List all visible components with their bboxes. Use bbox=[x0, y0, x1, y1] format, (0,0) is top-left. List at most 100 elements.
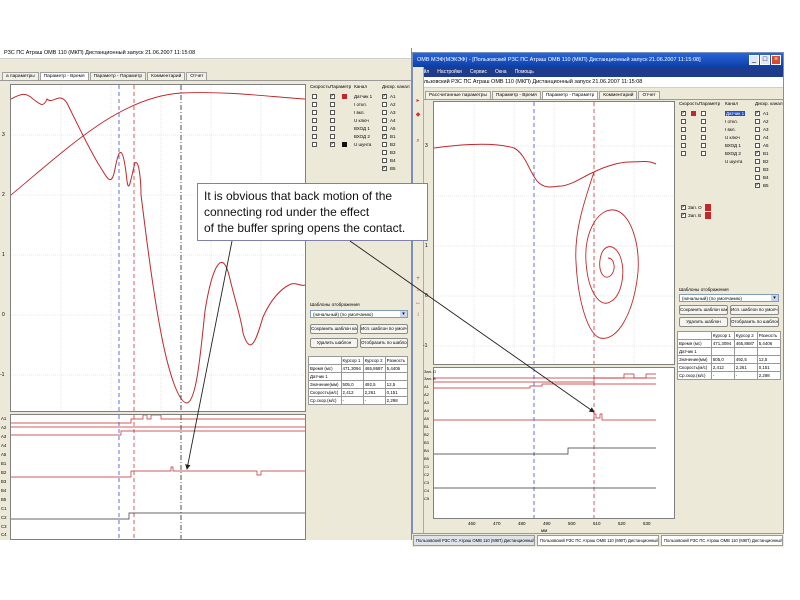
left-analog-plot[interactable] bbox=[10, 84, 306, 412]
close-button[interactable]: × bbox=[771, 55, 781, 65]
right-tab-calc-params[interactable]: Рассчитанные параметры bbox=[425, 91, 491, 99]
right-param-checkbox[interactable] bbox=[701, 143, 706, 148]
left-param-checkbox[interactable] bbox=[330, 134, 335, 139]
left-discrete-checkbox[interactable] bbox=[382, 93, 387, 99]
right-channel-label-selected[interactable]: Датчик 1 bbox=[725, 111, 746, 116]
right-dig-label: В3 bbox=[424, 440, 429, 445]
right-zap-checkbox[interactable] bbox=[681, 212, 686, 218]
left-speed-checkbox[interactable] bbox=[312, 110, 317, 115]
left-save-template-button[interactable]: Сохранить шаблон как... bbox=[310, 324, 358, 334]
right-delete-template-button[interactable]: Удалить шаблон bbox=[679, 317, 728, 327]
right-tab-report[interactable]: Отчет bbox=[638, 91, 660, 99]
right-speed-checkbox[interactable] bbox=[681, 119, 686, 124]
tool-icon[interactable]: ↔ bbox=[414, 299, 422, 307]
right-param-checkbox[interactable] bbox=[701, 127, 706, 132]
left-tab-report[interactable]: Отчет bbox=[186, 72, 208, 80]
menu-help[interactable]: Помощь bbox=[515, 67, 534, 77]
left-tab-calc-params[interactable]: а параметры bbox=[2, 72, 39, 80]
left-discrete-checkbox[interactable] bbox=[382, 150, 387, 155]
menu-windows[interactable]: Окна bbox=[495, 67, 507, 77]
right-col-speed: Скорость bbox=[679, 101, 699, 106]
right-speed-checkbox[interactable] bbox=[681, 110, 686, 116]
right-speed-checkbox[interactable] bbox=[681, 143, 686, 148]
right-digital-plot[interactable] bbox=[433, 367, 675, 519]
right-discrete-checkbox[interactable] bbox=[755, 127, 760, 132]
right-speed-checkbox[interactable] bbox=[681, 151, 686, 156]
left-discrete-checkbox[interactable] bbox=[382, 102, 387, 107]
right-param-checkbox[interactable] bbox=[701, 151, 706, 156]
left-param-checkbox[interactable] bbox=[330, 102, 335, 107]
left-param-checkbox[interactable] bbox=[330, 93, 335, 99]
right-param-checkbox[interactable] bbox=[701, 119, 706, 124]
right-discrete-checkbox[interactable] bbox=[755, 167, 760, 172]
left-delete-template-button[interactable]: Удалить шаблон bbox=[310, 338, 358, 348]
left-speed-checkbox[interactable] bbox=[312, 118, 317, 123]
tool-icon[interactable]: + bbox=[414, 275, 422, 283]
left-show-template-button[interactable]: Отобразить по шаблону bbox=[360, 338, 408, 348]
table-row: Ср.скор.(м/с) - - 2,298 bbox=[677, 371, 782, 380]
right-discrete-checkbox[interactable] bbox=[755, 119, 760, 124]
tool-icon[interactable]: ▸ bbox=[414, 97, 422, 105]
right-discrete-checkbox[interactable] bbox=[755, 150, 760, 156]
left-speed-checkbox[interactable] bbox=[312, 134, 317, 139]
taskbar-item[interactable]: Пользовский РЗС ПС Атраш ОМВ 110 (МКП) Д… bbox=[661, 535, 783, 546]
right-discrete-checkbox[interactable] bbox=[755, 182, 760, 188]
right-analog-plot[interactable] bbox=[433, 101, 675, 365]
left-param-checkbox[interactable] bbox=[330, 126, 335, 131]
left-discrete-checkbox[interactable] bbox=[382, 133, 387, 139]
right-tab-param-time[interactable]: Параметр - Время bbox=[491, 91, 541, 99]
tool-icon[interactable]: − bbox=[414, 287, 422, 295]
right-zap-swatch[interactable] bbox=[705, 212, 711, 219]
right-discrete-checkbox[interactable] bbox=[755, 175, 760, 180]
callout-line-3: of the buffer spring opens the contact. bbox=[204, 221, 406, 235]
right-discrete-checkbox[interactable] bbox=[755, 159, 760, 164]
tool-icon[interactable]: ⌕ bbox=[414, 137, 422, 145]
left-speed-checkbox[interactable] bbox=[312, 126, 317, 131]
right-tab-param-param[interactable]: Параметр - Параметр bbox=[541, 91, 599, 99]
right-save-template-button[interactable]: Сохранить шаблон как... bbox=[679, 305, 728, 315]
left-tab-param-time[interactable]: Параметр - Время bbox=[39, 72, 89, 80]
left-param-checkbox[interactable] bbox=[330, 141, 335, 147]
right-speed-checkbox[interactable] bbox=[681, 135, 686, 140]
left-use-default-button[interactable]: Исп. шаблон по умолч. bbox=[360, 324, 408, 334]
left-discrete-checkbox[interactable] bbox=[382, 110, 387, 115]
taskbar-item[interactable]: Пользовский РЗС ПС Атраш ОМВ 110 (МКП) Д… bbox=[537, 535, 659, 546]
right-show-template-button[interactable]: Отобразить по шаблону bbox=[730, 317, 779, 327]
left-discrete-checkbox[interactable] bbox=[382, 158, 387, 163]
menu-settings[interactable]: Настройки bbox=[437, 67, 462, 77]
right-use-default-button[interactable]: Исп. шаблон по умолч. bbox=[730, 305, 779, 315]
right-discrete-checkbox[interactable] bbox=[755, 110, 760, 116]
right-color-swatch[interactable] bbox=[691, 111, 696, 116]
menu-service[interactable]: Сервис bbox=[470, 67, 487, 77]
right-discrete-checkbox[interactable] bbox=[755, 143, 760, 148]
left-speed-checkbox[interactable] bbox=[312, 142, 317, 147]
left-discrete-checkbox[interactable] bbox=[382, 118, 387, 123]
right-param-checkbox[interactable] bbox=[701, 135, 706, 140]
left-digital-plot[interactable] bbox=[10, 414, 306, 540]
right-zap-swatch[interactable] bbox=[705, 204, 711, 211]
left-color-swatch[interactable] bbox=[342, 142, 347, 147]
maximize-button[interactable]: □ bbox=[760, 55, 770, 65]
right-param-checkbox[interactable] bbox=[701, 111, 706, 116]
left-discrete-checkbox[interactable] bbox=[382, 142, 387, 147]
left-color-swatch[interactable] bbox=[342, 94, 347, 99]
left-speed-checkbox[interactable] bbox=[312, 102, 317, 107]
left-template-select[interactable]: (начальный) (по умолчанию) bbox=[310, 310, 408, 318]
left-param-checkbox[interactable] bbox=[330, 110, 335, 115]
right-discrete-checkbox[interactable] bbox=[755, 135, 760, 140]
left-speed-checkbox[interactable] bbox=[312, 94, 317, 99]
left-discrete-checkbox[interactable] bbox=[382, 126, 387, 131]
right-channel-label: I откл. bbox=[725, 119, 738, 124]
tool-icon[interactable]: ◆ bbox=[414, 111, 422, 119]
right-tab-comment[interactable]: Комментарий bbox=[599, 91, 638, 99]
taskbar-item[interactable]: Пользовский РЗС ПС Атраш ОМВ 110 (МКП) Д… bbox=[413, 535, 535, 546]
tool-icon[interactable]: ↕ bbox=[414, 311, 422, 319]
right-speed-checkbox[interactable] bbox=[681, 127, 686, 132]
left-tab-param-param[interactable]: Параметр - Параметр bbox=[89, 72, 147, 80]
minimize-button[interactable]: _ bbox=[749, 55, 759, 65]
left-tab-comment[interactable]: Комментарий bbox=[147, 72, 186, 80]
right-template-select[interactable]: (начальный) (по умолчанию) bbox=[679, 294, 779, 302]
right-zap-checkbox[interactable] bbox=[681, 204, 686, 210]
left-param-checkbox[interactable] bbox=[330, 118, 335, 123]
left-discrete-checkbox[interactable] bbox=[382, 165, 387, 171]
